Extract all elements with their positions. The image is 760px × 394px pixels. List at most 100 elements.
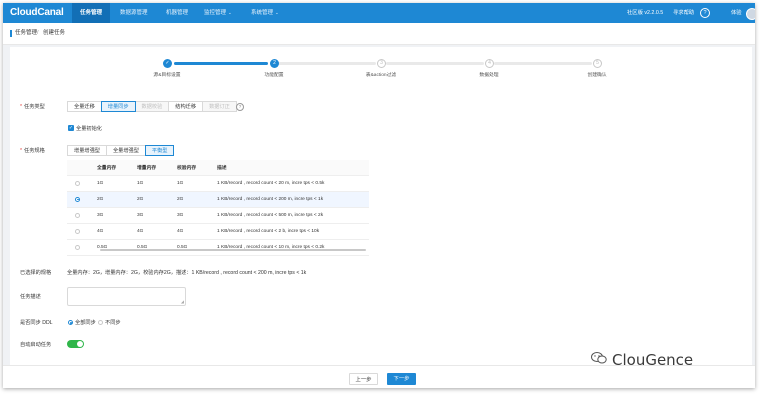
table-cell: 1 KB/record , record count < 200 m, incr…: [217, 191, 369, 208]
table-cell: 1G: [97, 175, 137, 192]
task-type-data-verify[interactable]: 数据校验: [134, 101, 170, 112]
main-content: ✓ 2 3 4 5 源&目标设置 功能配置 表&action过滤 数据处理 创建…: [10, 47, 752, 365]
full-init-checkbox[interactable]: ✓: [68, 125, 74, 131]
table-cell: 0.5G: [97, 239, 137, 256]
table-cell: 2G: [177, 191, 217, 208]
table-cell: 4G: [97, 223, 137, 240]
avatar[interactable]: [746, 8, 755, 20]
prev-step-button[interactable]: 上一步: [349, 373, 378, 385]
selected-spec-value: 全量内存：2G，增量内存：2G，校验内存2G，描述：1 KB/record , …: [67, 270, 307, 276]
table-scrollbar[interactable]: [100, 249, 366, 251]
row-radio[interactable]: [75, 244, 80, 250]
column-header: 增量内存: [137, 160, 177, 176]
next-step-button[interactable]: 下一步: [387, 373, 416, 385]
step-label: 功能配置: [264, 73, 284, 78]
ddl-radio-none[interactable]: [98, 320, 103, 325]
ddl-option-none[interactable]: 不同步: [105, 319, 121, 326]
breadcrumb-marker: [10, 30, 12, 37]
table-header: 全量内存 增量内存 校验内存 描述: [67, 160, 369, 176]
step-1-check-icon: ✓: [163, 59, 172, 68]
table-cell: 0.5G: [137, 239, 177, 256]
top-nav-bar: CloudCanal 任务管理 数据源管理 机器管理 监控管理 ⌄ 系统管理 ⌄ 社…: [3, 3, 755, 23]
help-link[interactable]: 寻求帮助: [673, 3, 694, 23]
step-label: 创建确认: [587, 73, 607, 78]
table-cell: 2G: [137, 191, 177, 208]
task-type-schema-migration[interactable]: 结构迁移: [168, 101, 204, 112]
selected-spec-label: 已选择的规格: [20, 270, 52, 276]
table-cell: 3G: [97, 207, 137, 224]
task-type-label: * 任务类型: [20, 104, 45, 110]
row-radio-selected[interactable]: [75, 196, 80, 202]
help-circle-icon[interactable]: ?: [700, 8, 710, 18]
spec-tabs: 增量增强型 全量增强型 平衡型: [67, 145, 175, 156]
table-cell: 1 KB/record , record count < 10 m, incre…: [217, 239, 369, 256]
row-radio[interactable]: [75, 228, 80, 234]
table-cell: 1 KB/record , record count < 20 m, incre…: [217, 175, 369, 192]
ddl-label: 是否同步 DDL: [20, 320, 53, 326]
table-cell: 3G: [137, 207, 177, 224]
table-row[interactable]: 4G 4G 4G 1 KB/record , record count < 2 …: [67, 223, 369, 240]
table-cell: 0.5G: [177, 239, 217, 256]
column-header: 描述: [217, 160, 369, 176]
app-window: CloudCanal 任务管理 数据源管理 机器管理 监控管理 ⌄ 系统管理 ⌄ 社…: [3, 3, 755, 388]
spec-tab-balanced[interactable]: 平衡型: [144, 145, 175, 156]
step-connector: [174, 62, 268, 65]
chevron-down-icon: ⌄: [228, 10, 232, 15]
info-icon[interactable]: ?: [236, 103, 244, 111]
auto-start-label: 自动启动任务: [20, 342, 52, 348]
task-type-data-correction[interactable]: 数据订正: [202, 101, 237, 112]
nav-system-management[interactable]: 系统管理 ⌄: [251, 3, 279, 23]
breadcrumb-task-management[interactable]: 任务管理: [15, 23, 37, 44]
task-desc-label: 任务描述: [20, 294, 41, 300]
table-cell: 3G: [177, 207, 217, 224]
spec-table: 全量内存 增量内存 校验内存 描述 1G 1G 1G 1 KB/record ,…: [67, 160, 369, 256]
table-cell: 1G: [137, 175, 177, 192]
ddl-radio-all[interactable]: [68, 320, 73, 325]
step-label: 源&目标设置: [153, 73, 181, 78]
step-label: 表&action过滤: [365, 73, 397, 78]
row-radio[interactable]: [75, 180, 80, 186]
table-cell: 2G: [97, 191, 137, 208]
step-connector: [386, 62, 484, 65]
app-logo[interactable]: CloudCanal: [10, 7, 64, 18]
wechat-logo-icon: [591, 352, 607, 364]
table-cell: 1G: [177, 175, 217, 192]
column-header: 全量内存: [97, 160, 137, 176]
user-name[interactable]: 体验: [731, 3, 742, 23]
task-spec-label: * 任务规格: [20, 148, 45, 154]
task-type-incremental-sync[interactable]: 增量同步: [100, 101, 136, 112]
step-label: 数据处理: [479, 73, 499, 78]
row-radio[interactable]: [75, 212, 80, 218]
task-type-group: 全量迁移 增量同步 数据校验 结构迁移 数据订正: [67, 101, 237, 112]
breadcrumb-create-task: 创建任务: [43, 30, 66, 36]
resize-handle-icon[interactable]: ◢: [181, 300, 184, 304]
breadcrumb-separator: /: [37, 30, 39, 36]
ddl-option-all[interactable]: 全部同步: [75, 319, 96, 326]
table-row[interactable]: 0.5G 0.5G 0.5G 1 KB/record , record coun…: [67, 239, 369, 256]
spec-tab-full[interactable]: 全量增强型: [105, 145, 146, 156]
table-cell: 4G: [177, 223, 217, 240]
table-cell: 1 KB/record , record count < 500 m, incr…: [217, 207, 369, 224]
toggle-knob: [77, 341, 83, 347]
nav-task-management[interactable]: 任务管理: [72, 3, 111, 23]
breadcrumb: 任务管理 / 创建任务: [3, 23, 755, 45]
table-row[interactable]: 1G 1G 1G 1 KB/record , record count < 20…: [67, 175, 369, 192]
step-3-indicator: 3: [377, 59, 386, 68]
task-desc-textarea[interactable]: ◢: [67, 287, 186, 306]
table-cell: 4G: [137, 223, 177, 240]
table-row[interactable]: 3G 3G 3G 1 KB/record , record count < 50…: [67, 207, 369, 224]
task-type-full-migration[interactable]: 全量迁移: [67, 101, 102, 112]
auto-start-toggle[interactable]: [67, 340, 84, 348]
step-5-indicator: 5: [593, 59, 602, 68]
step-connector: [278, 62, 376, 65]
step-4-indicator: 4: [485, 59, 494, 68]
step-2-indicator: 2: [270, 59, 279, 68]
nav-datasource-management[interactable]: 数据源管理: [120, 3, 148, 23]
spec-tab-incremental[interactable]: 增量增强型: [67, 145, 107, 156]
nav-monitor-management[interactable]: 监控管理 ⌄: [204, 3, 232, 23]
full-init-label: 全量初始化: [76, 126, 102, 132]
version-label: 社区版 v2.2.0.5: [627, 10, 664, 16]
table-row[interactable]: 2G 2G 2G 1 KB/record , record count < 20…: [67, 191, 369, 208]
chevron-down-icon: ⌄: [275, 10, 279, 15]
nav-machine-management[interactable]: 机器管理: [166, 3, 188, 23]
